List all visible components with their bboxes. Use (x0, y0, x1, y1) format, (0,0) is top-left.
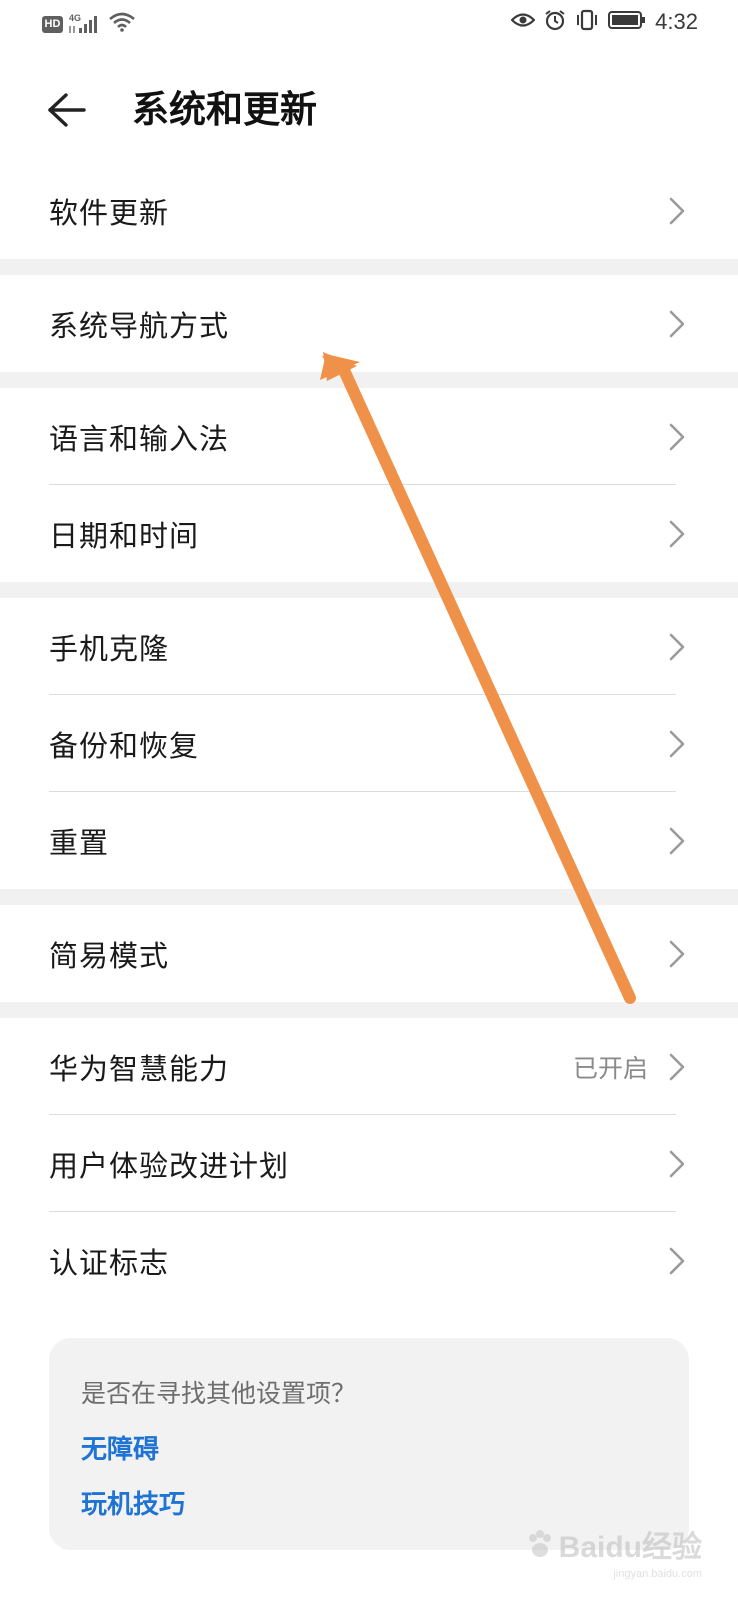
group-gap (0, 582, 738, 598)
settings-group: 软件更新 (0, 162, 738, 259)
eye-icon (510, 11, 536, 33)
group-gap (0, 889, 738, 905)
row-label: 手机克隆 (49, 631, 170, 666)
simple-mode-item[interactable]: 简易模式 (0, 905, 738, 1002)
chevron-right-icon (669, 1247, 685, 1274)
chevron-right-icon (669, 633, 685, 660)
row-label: 用户体验改进计划 (49, 1148, 290, 1183)
status-right: 4:32 (510, 9, 698, 35)
huawei-smart-item[interactable]: 华为智慧能力 已开启 (0, 1018, 738, 1115)
reset-item[interactable]: 重置 (0, 792, 738, 889)
row-label: 备份和恢复 (49, 728, 200, 763)
page-title: 系统和更新 (132, 88, 317, 131)
network-type-label: 4G (69, 13, 82, 23)
signal-icon: 4G (69, 13, 103, 35)
alarm-icon (544, 9, 566, 35)
chevron-right-icon (669, 520, 685, 547)
settings-group: 简易模式 (0, 905, 738, 1002)
chevron-right-icon (669, 423, 685, 450)
row-label: 语言和输入法 (49, 421, 230, 456)
row-label: 重置 (49, 825, 110, 860)
date-time-item[interactable]: 日期和时间 (0, 485, 738, 582)
group-gap (0, 372, 738, 388)
row-label: 简易模式 (49, 938, 170, 973)
group-gap (0, 259, 738, 275)
suggestion-question: 是否在寻找其他设置项？ (81, 1379, 357, 1408)
certification-item[interactable]: 认证标志 (0, 1212, 738, 1309)
backup-restore-item[interactable]: 备份和恢复 (0, 695, 738, 792)
wifi-icon (109, 12, 135, 36)
row-label: 日期和时间 (49, 518, 200, 553)
settings-group: 系统导航方式 (0, 275, 738, 372)
baidu-watermark: Baidu经验 jingyan.baidu.com (525, 1522, 702, 1580)
group-gap (0, 1002, 738, 1018)
settings-group: 语言和输入法 日期和时间 (0, 388, 738, 582)
suggestion-card: 是否在寻找其他设置项？ 无障碍 玩机技巧 (49, 1338, 689, 1550)
phone-clone-item[interactable]: 手机克隆 (0, 598, 738, 695)
paw-icon (528, 1530, 551, 1557)
watermark-sub: jingyan.baidu.com (613, 1568, 702, 1580)
chevron-right-icon (669, 730, 685, 757)
language-input-item[interactable]: 语言和输入法 (0, 388, 738, 485)
settings-group: 手机克隆 备份和恢复 重置 (0, 598, 738, 889)
chevron-right-icon (669, 1053, 685, 1080)
hd-icon: HD (42, 15, 63, 33)
user-experience-item[interactable]: 用户体验改进计划 (0, 1115, 738, 1212)
status-value: 已开启 (572, 1053, 648, 1083)
row-label: 软件更新 (49, 195, 170, 230)
row-label: 系统导航方式 (49, 308, 230, 343)
watermark-text: Baidu经验 (558, 1531, 702, 1564)
software-update-item[interactable]: 软件更新 (0, 162, 738, 259)
row-label: 认证标志 (49, 1245, 170, 1280)
settings-group: 华为智慧能力 已开启 用户体验改进计划 认证标志 (0, 1018, 738, 1309)
clock: 4:32 (655, 9, 698, 34)
row-label: 华为智慧能力 (49, 1051, 230, 1086)
back-arrow-icon (48, 93, 86, 127)
status-bar: HD 4G 4:32 (0, 0, 738, 50)
chevron-right-icon (669, 940, 685, 967)
chevron-right-icon (669, 310, 685, 337)
battery-icon (608, 10, 646, 34)
settings-list: 软件更新 系统导航方式 语言和输入法 日期和时间 手机克隆 备份和恢复 重置 简… (0, 162, 738, 1309)
chevron-right-icon (669, 197, 685, 224)
accessibility-link[interactable]: 无障碍 (81, 1429, 159, 1466)
back-button[interactable] (46, 86, 98, 134)
tips-link[interactable]: 玩机技巧 (81, 1484, 185, 1521)
chevron-right-icon (669, 1150, 685, 1177)
vibrate-icon (575, 9, 599, 35)
status-left: HD 4G (42, 12, 135, 36)
chevron-right-icon (669, 827, 685, 854)
system-navigation-item[interactable]: 系统导航方式 (0, 275, 738, 372)
header: 系统和更新 (0, 68, 738, 152)
